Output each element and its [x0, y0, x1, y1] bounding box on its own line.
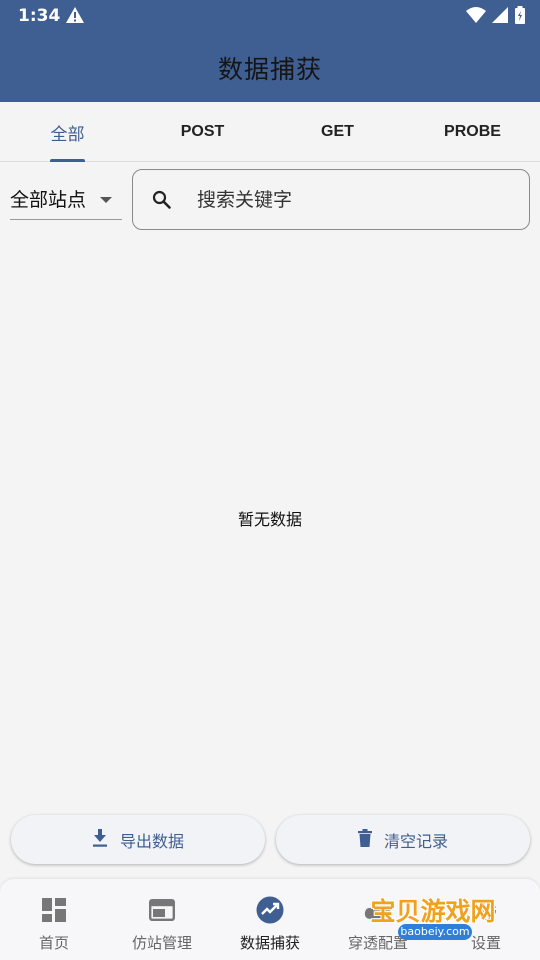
search-input[interactable] [197, 184, 507, 216]
status-time: 1:34 [18, 6, 61, 26]
nav-label-clone-management: 仿站管理 [131, 934, 192, 952]
watermark-logo: 宝贝游戏网 baobeiy.com [358, 872, 508, 954]
watermark-text: 宝贝游戏网 [370, 897, 496, 926]
clear-records-label: 清空记录 [383, 831, 448, 851]
download-icon [92, 828, 108, 851]
nav-item-data-capture[interactable]: 数据捕获 [216, 879, 324, 960]
trash-icon [357, 828, 372, 851]
search-icon [152, 190, 172, 214]
tab-get[interactable]: GET [270, 102, 405, 162]
app-bar: 数据捕获 [0, 34, 540, 102]
tab-post[interactable]: POST [135, 102, 270, 162]
nav-label-data-capture: 数据捕获 [239, 934, 300, 952]
empty-state-text: 暂无数据 [237, 510, 302, 529]
web-icon [149, 896, 175, 923]
dashboard-icon [42, 896, 66, 923]
watermark-url: baobeiy.com [398, 924, 472, 940]
chevron-down-icon [100, 197, 112, 203]
method-tabs: 全部 POST GET PROBE [0, 102, 540, 162]
tab-probe-label: PROBE [444, 123, 501, 140]
tab-probe[interactable]: PROBE [405, 102, 540, 162]
export-data-button[interactable]: 导出数据 [11, 815, 265, 864]
warning-icon [66, 7, 84, 27]
trending-up-icon [256, 896, 284, 923]
battery-icon [514, 6, 526, 28]
wifi-icon [466, 7, 486, 27]
status-bar: 1:34 [0, 0, 540, 34]
signal-icon [492, 7, 508, 27]
tab-post-label: POST [180, 123, 225, 140]
tab-get-label: GET [321, 123, 354, 140]
export-data-label: 导出数据 [119, 831, 184, 851]
tab-indicator [50, 159, 85, 162]
page-title: 数据捕获 [217, 55, 322, 84]
clear-records-button[interactable]: 清空记录 [276, 815, 530, 864]
search-box[interactable] [132, 169, 530, 230]
nav-item-clone-management[interactable]: 仿站管理 [108, 879, 216, 960]
tab-all-label: 全部 [50, 124, 85, 144]
site-filter-value: 全部站点 [10, 189, 87, 211]
site-filter-dropdown[interactable]: 全部站点 [10, 178, 122, 220]
nav-item-home[interactable]: 首页 [0, 879, 108, 960]
nav-label-home: 首页 [38, 934, 69, 952]
tab-all[interactable]: 全部 [0, 102, 135, 162]
